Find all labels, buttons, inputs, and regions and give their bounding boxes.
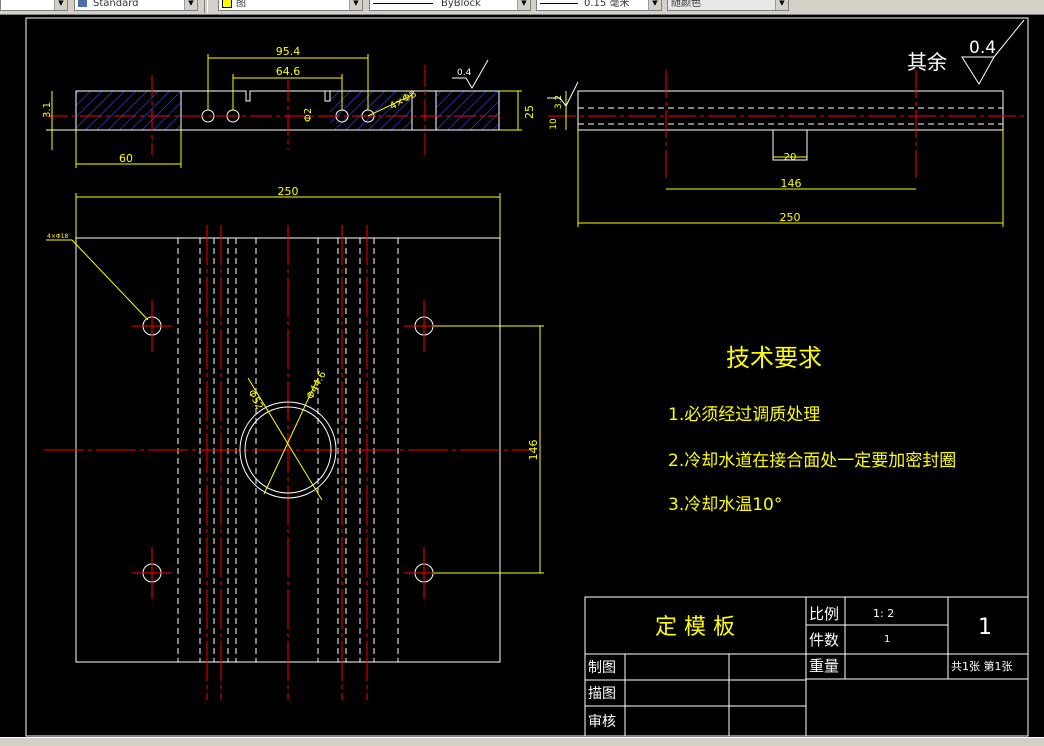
hatch-left xyxy=(76,91,181,130)
toolbar-separator xyxy=(204,0,208,13)
side-view: 20 146 250 3.2 10 xyxy=(547,70,1024,227)
qty-label: 件数 xyxy=(809,631,839,649)
tech-item-1: 1.必须经过调质处理 xyxy=(668,405,820,425)
part-name: 定 模 板 xyxy=(655,615,735,640)
chevron-down-icon[interactable]: ▼ xyxy=(184,0,197,10)
hatch-right xyxy=(436,91,499,130)
general-roughness: 其余 0.4 xyxy=(907,19,1025,85)
tech-item-3: 3.冷却水温10° xyxy=(668,495,782,515)
dim-20: 20 xyxy=(784,152,797,163)
scale-label: 比例 xyxy=(809,605,839,623)
chevron-down-icon[interactable]: ▼ xyxy=(648,0,661,10)
plot-style-dropdown[interactable]: 随颜色 ▼ xyxy=(667,0,789,11)
dim-250-top: 250 xyxy=(278,185,299,198)
roughness-label: 其余 xyxy=(907,50,947,74)
dimension-style-dropdown-tail[interactable]: ▼ xyxy=(0,0,68,11)
dim-95: 95.4 xyxy=(276,45,301,58)
qty-value: 1 xyxy=(884,634,890,645)
scale-value: 1: 2 xyxy=(873,607,894,620)
dim-phi2: Φ2 xyxy=(303,108,314,122)
hole-leader xyxy=(71,239,149,321)
drawing-canvas[interactable]: 95.4 64.6 60 3.1 25 4×Φ8 Φ2 0.4 250 4×Φ1… xyxy=(0,15,1044,737)
roughness-value: 0.4 xyxy=(969,38,996,58)
dim-phi52: Φ52 xyxy=(245,388,264,411)
dim-hole: 4×Φ18 xyxy=(47,233,68,240)
lineweight-dropdown[interactable]: 0.15 毫米 ▼ xyxy=(536,0,662,11)
linetype-value: ByBlock xyxy=(441,0,481,9)
lineweight-value: 0.15 毫米 xyxy=(584,0,630,9)
dim-250-right: 250 xyxy=(780,211,801,224)
linetype-dropdown[interactable]: ByBlock ▼ xyxy=(369,0,531,11)
dim-10: 10 xyxy=(549,118,559,130)
tech-item-2: 2.冷却水道在接合面处一定要加密封圈 xyxy=(668,451,956,471)
layer-value: 图 xyxy=(236,0,246,9)
tech-title: 技术要求 xyxy=(726,344,822,372)
chevron-down-icon[interactable]: ▼ xyxy=(775,0,788,10)
roughness-small: 0.4 xyxy=(457,68,472,78)
review-label: 审核 xyxy=(588,714,616,730)
chevron-down-icon[interactable]: ▼ xyxy=(517,0,530,10)
layer-dropdown[interactable]: 图 ▼ xyxy=(218,0,363,11)
dim-31: 3.1 xyxy=(42,102,53,118)
plan-view: 250 4×Φ18 Φ52 Φ44.6 146 xyxy=(44,185,544,700)
chevron-down-icon[interactable]: ▼ xyxy=(349,0,362,10)
dim-146-h: 146 xyxy=(781,177,802,190)
dim-phi446: Φ44.6 xyxy=(305,370,329,402)
dim-25: 25 xyxy=(523,105,536,119)
dim-60: 60 xyxy=(119,152,133,165)
linetype-sample xyxy=(373,2,433,4)
text-style-icon xyxy=(78,0,87,7)
drawing-number: 1 xyxy=(978,615,992,640)
weight-label: 重量 xyxy=(809,657,839,675)
technical-requirements: 技术要求 1.必须经过调质处理 2.冷却水道在接合面处一定要加密封圈 3.冷却水… xyxy=(668,344,956,515)
plot-style-value: 随颜色 xyxy=(671,0,701,9)
sheet-count: 共1张 第1张 xyxy=(951,659,1013,673)
trace-label: 描图 xyxy=(588,686,616,702)
text-style-value: Standard xyxy=(93,0,139,9)
centerlines xyxy=(44,225,530,700)
toolbar: ▼ Standard ▼ 图 ▼ ByBlock ▼ 0.15 毫米 ▼ 随颜色… xyxy=(0,0,1044,15)
front-section-view: 95.4 64.6 60 3.1 25 4×Φ8 Φ2 0.4 xyxy=(42,45,536,168)
lineweight-sample xyxy=(540,2,578,4)
chevron-down-icon[interactable]: ▼ xyxy=(54,0,67,10)
layer-color-swatch xyxy=(222,0,232,8)
text-style-dropdown[interactable]: Standard ▼ xyxy=(74,0,198,11)
dim-64: 64.6 xyxy=(276,65,301,78)
draw-label: 制图 xyxy=(588,660,616,676)
dim-146-v: 146 xyxy=(527,440,540,461)
